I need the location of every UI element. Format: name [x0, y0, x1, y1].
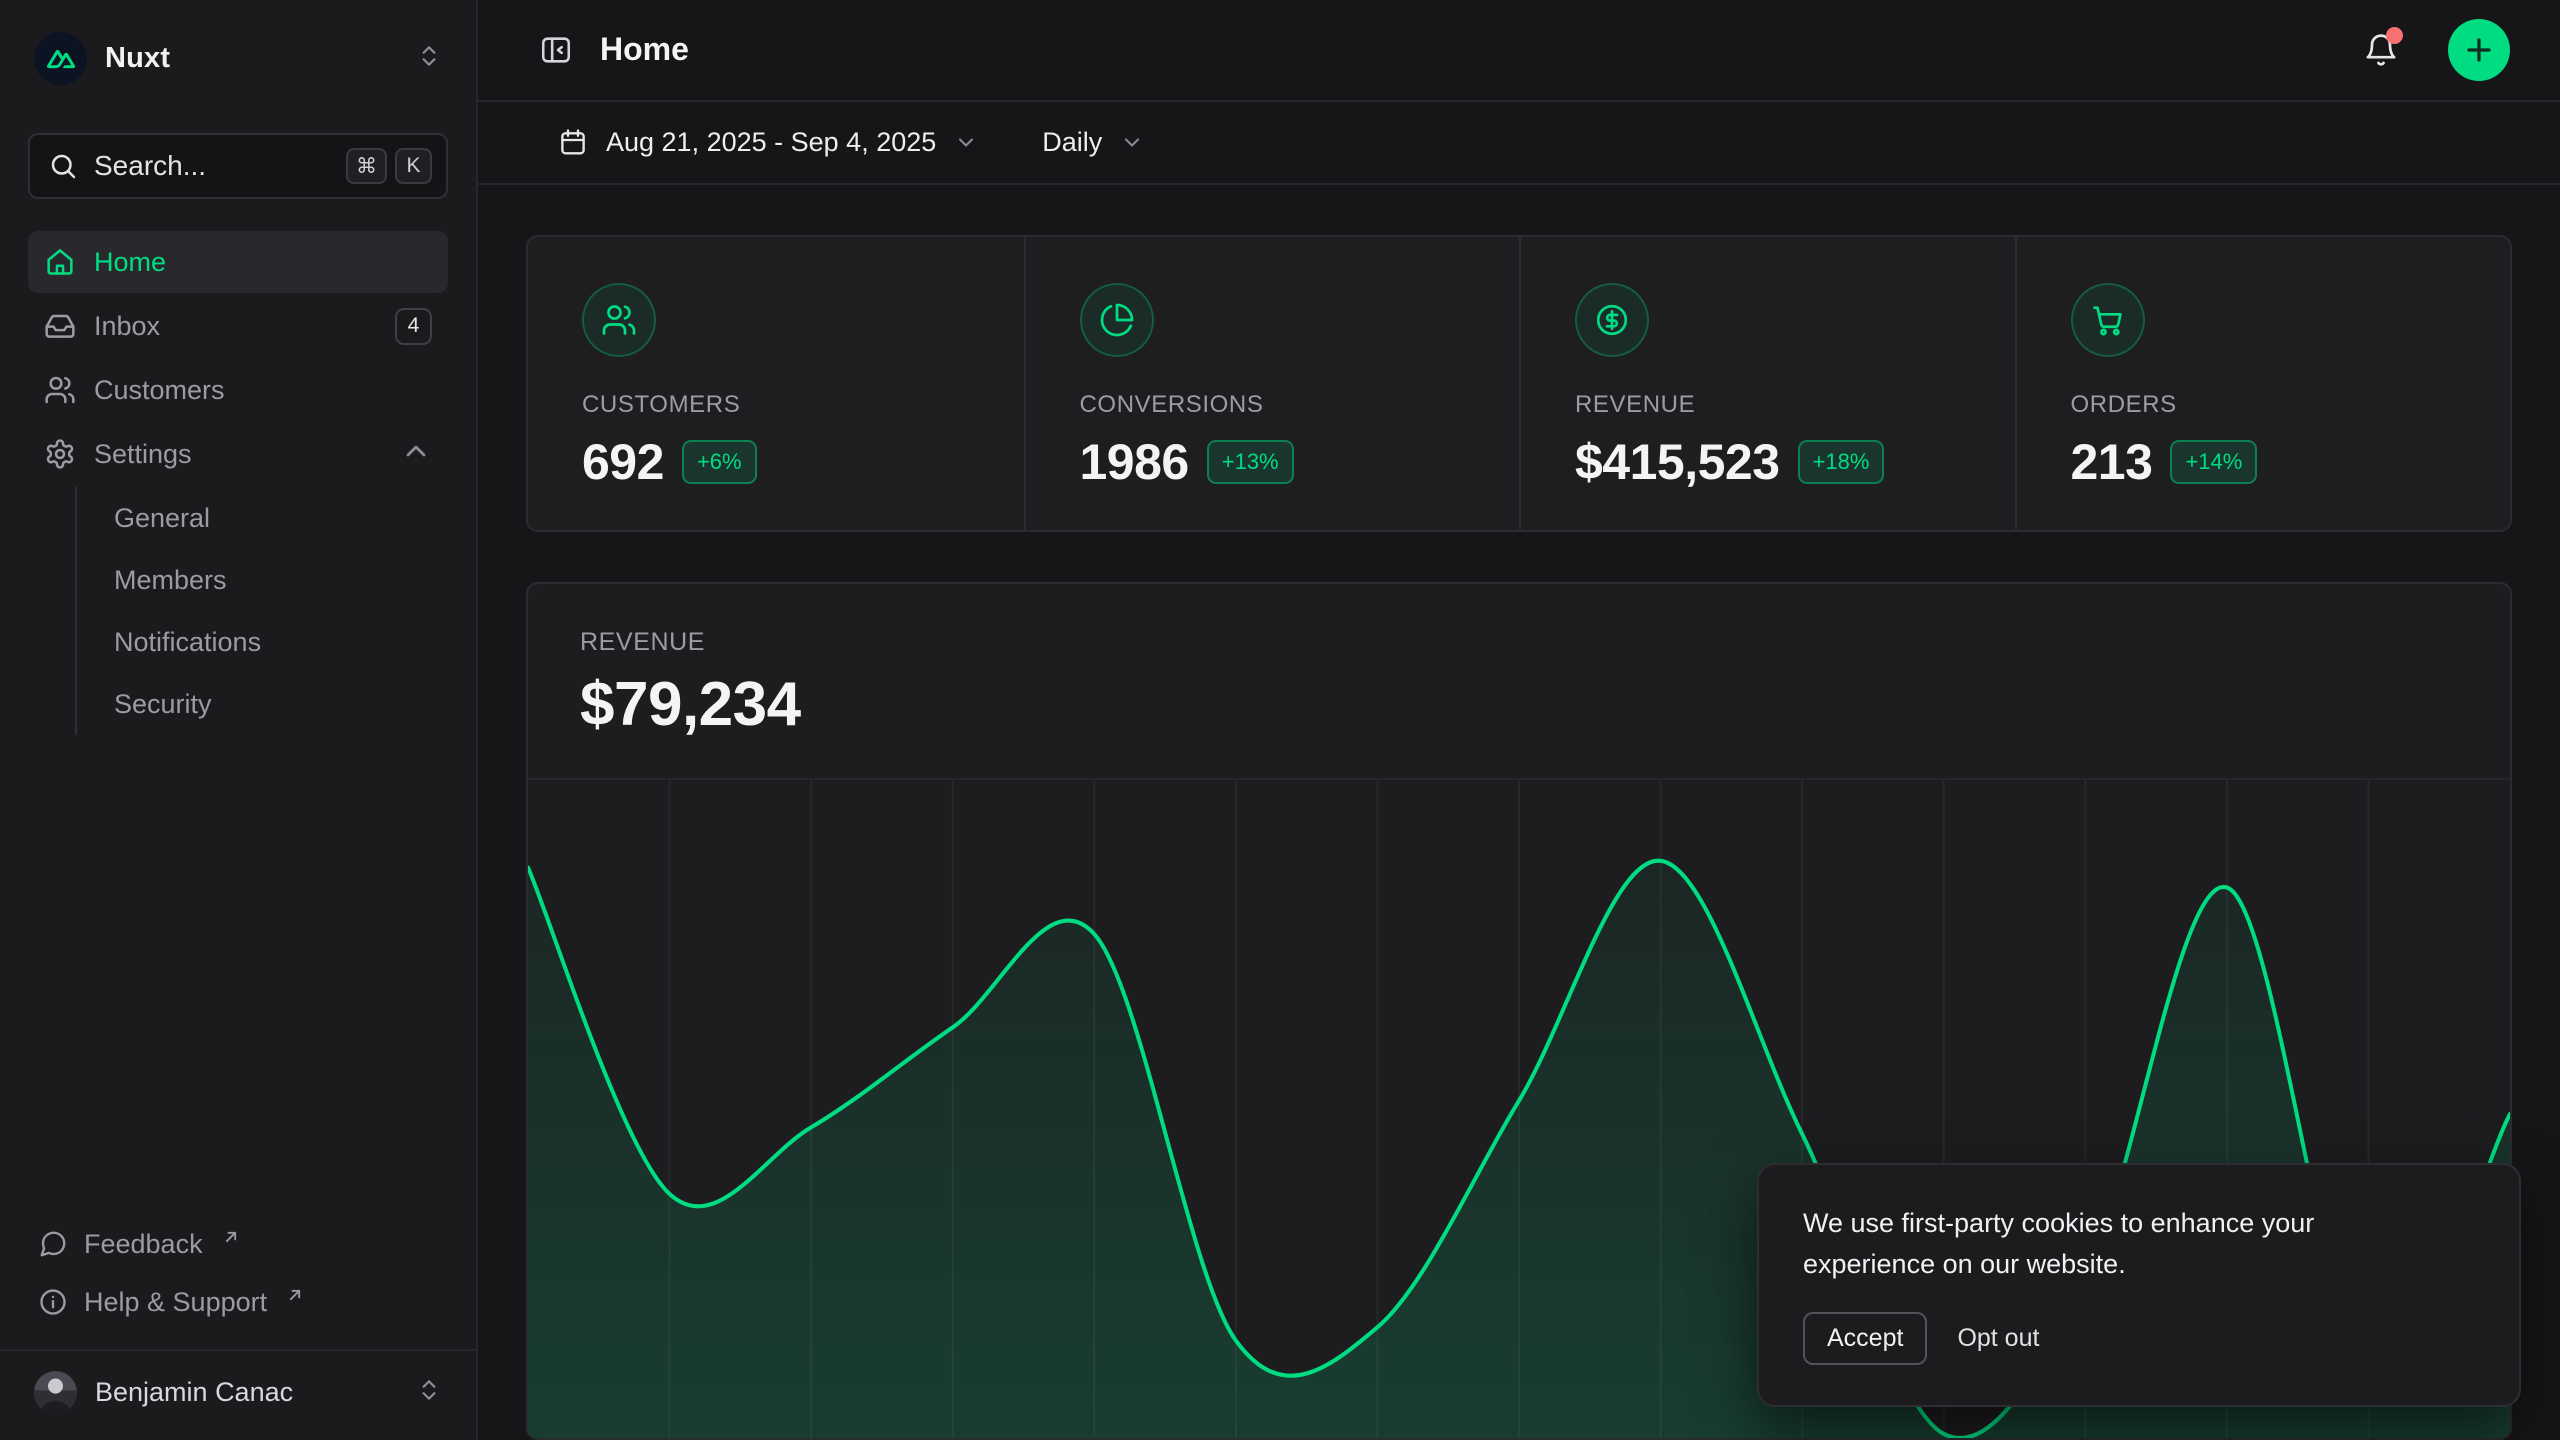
date-range-picker[interactable]: Aug 21, 2025 - Sep 4, 2025: [558, 127, 978, 158]
chevron-up-icon: [400, 435, 432, 474]
feedback-link[interactable]: Feedback: [28, 1215, 448, 1273]
pie-chart-icon: [1080, 283, 1154, 357]
kbd-cmd: ⌘: [346, 148, 387, 184]
sidebar-item-label: Home: [94, 247, 166, 278]
sidebar-item-label: Inbox: [94, 311, 160, 342]
help-support-link[interactable]: Help & Support: [28, 1273, 448, 1331]
sidebar-subitem-security[interactable]: Security: [104, 673, 448, 735]
cookie-actions: Accept Opt out: [1803, 1312, 2475, 1365]
filters-toolbar: Aug 21, 2025 - Sep 4, 2025 Daily: [478, 102, 2560, 185]
stat-label: CUSTOMERS: [582, 391, 1024, 419]
kbd-k: K: [395, 148, 432, 184]
external-link-icon: [285, 1285, 305, 1305]
date-range-label: Aug 21, 2025 - Sep 4, 2025: [606, 127, 936, 158]
sidebar-footer: Feedback Help & Support Benjamin Canac: [28, 1215, 448, 1422]
inbox-icon: [44, 310, 76, 342]
stat-delta-badge: +13%: [1207, 440, 1294, 484]
chat-bubble-icon: [38, 1229, 68, 1259]
search-shortcut: ⌘ K: [346, 148, 432, 184]
search-input[interactable]: Search... ⌘ K: [28, 133, 448, 199]
sidebar-item-inbox[interactable]: Inbox 4: [28, 295, 448, 357]
stat-value: 213: [2071, 433, 2153, 491]
sidebar: Nuxt Search... ⌘ K Home Inbox 4: [0, 0, 478, 1440]
sidebar-item-label: Settings: [94, 439, 192, 470]
sidebar-item-customers[interactable]: Customers: [28, 359, 448, 421]
chevron-down-icon: [954, 130, 978, 154]
revenue-chart-label: REVENUE: [580, 628, 2458, 657]
user-avatar: [34, 1371, 77, 1414]
users-icon: [582, 283, 656, 357]
sidebar-item-home[interactable]: Home: [28, 231, 448, 293]
topbar: Home: [478, 0, 2560, 102]
inbox-count-badge: 4: [395, 308, 432, 345]
revenue-chart-value: $79,234: [580, 669, 2458, 740]
topbar-actions: [2358, 19, 2510, 81]
granularity-label: Daily: [1042, 127, 1102, 158]
sidebar-nav: Home Inbox 4 Customers Settings General: [28, 231, 448, 737]
stat-delta-badge: +14%: [2170, 440, 2257, 484]
feedback-label: Feedback: [84, 1229, 203, 1260]
stat-orders: ORDERS 213 +14%: [2015, 237, 2511, 530]
stat-label: REVENUE: [1575, 391, 2015, 419]
sidebar-subitem-general[interactable]: General: [104, 487, 448, 549]
search-icon: [48, 151, 78, 181]
search-placeholder: Search...: [94, 150, 330, 182]
info-circle-icon: [38, 1287, 68, 1317]
sidebar-collapse-button[interactable]: [534, 28, 578, 72]
add-button[interactable]: [2448, 19, 2510, 81]
stat-conversions: CONVERSIONS 1986 +13%: [1024, 237, 1520, 530]
stat-value: 692: [582, 433, 664, 491]
chevrons-up-down-icon: [416, 1377, 442, 1408]
gear-icon: [44, 438, 76, 470]
stat-label: ORDERS: [2071, 391, 2511, 419]
accept-cookies-button[interactable]: Accept: [1803, 1312, 1927, 1365]
stat-customers: CUSTOMERS 692 +6%: [528, 237, 1024, 530]
optout-cookies-button[interactable]: Opt out: [1957, 1324, 2039, 1353]
stat-delta-badge: +18%: [1798, 440, 1885, 484]
brand-name: Nuxt: [105, 42, 170, 75]
users-icon: [44, 374, 76, 406]
sidebar-item-label: Customers: [94, 375, 225, 406]
notifications-button[interactable]: [2358, 27, 2404, 73]
calendar-icon: [558, 127, 588, 157]
dollar-circle-icon: [1575, 283, 1649, 357]
workspace-selector[interactable]: Nuxt: [28, 28, 448, 89]
stat-value: $415,523: [1575, 433, 1780, 491]
plus-icon: [2464, 35, 2494, 65]
help-support-label: Help & Support: [84, 1287, 267, 1318]
home-icon: [44, 246, 76, 278]
nuxt-logo-icon: [34, 32, 87, 85]
cookie-consent-toast: We use first-party cookies to enhance yo…: [1757, 1163, 2521, 1407]
notification-dot: [2386, 27, 2403, 44]
user-name: Benjamin Canac: [95, 1377, 293, 1408]
chevrons-up-down-icon: [416, 43, 442, 74]
user-menu[interactable]: Benjamin Canac: [28, 1351, 448, 1422]
cart-icon: [2071, 283, 2145, 357]
cookie-message: We use first-party cookies to enhance yo…: [1803, 1203, 2423, 1284]
chevron-down-icon: [1120, 130, 1144, 154]
panel-collapse-icon: [539, 33, 573, 67]
settings-submenu: General Members Notifications Security: [75, 487, 448, 735]
sidebar-subitem-members[interactable]: Members: [104, 549, 448, 611]
sidebar-item-settings[interactable]: Settings: [28, 423, 448, 485]
revenue-chart-header: REVENUE $79,234: [528, 584, 2510, 778]
granularity-select[interactable]: Daily: [1042, 127, 1144, 158]
stat-delta-badge: +6%: [682, 440, 757, 484]
sidebar-subitem-notifications[interactable]: Notifications: [104, 611, 448, 673]
external-link-icon: [221, 1227, 241, 1247]
stat-label: CONVERSIONS: [1080, 391, 1520, 419]
stat-value: 1986: [1080, 433, 1189, 491]
stat-revenue: REVENUE $415,523 +18%: [1519, 237, 2015, 530]
page-title: Home: [600, 31, 689, 68]
stats-card: CUSTOMERS 692 +6% CONVERSIONS 1986 +13%: [526, 235, 2512, 532]
